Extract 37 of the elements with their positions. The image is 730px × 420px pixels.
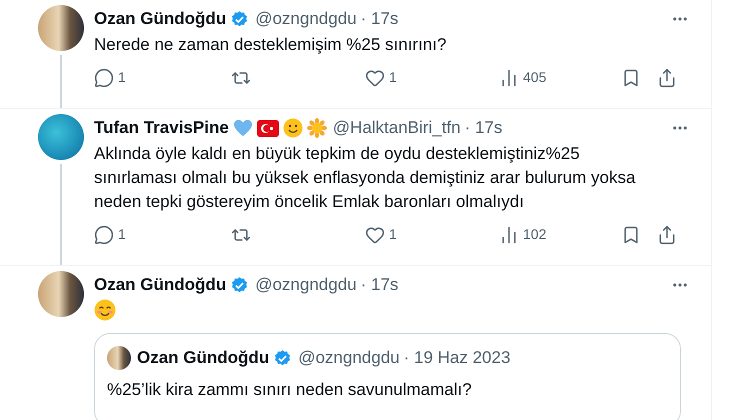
share-icon — [657, 224, 677, 244]
heart-outline-icon — [365, 224, 385, 244]
author-name[interactable]: Ozan Gündoğdu — [94, 275, 226, 295]
heart-icon — [232, 119, 253, 137]
reply-button[interactable]: 1 — [94, 224, 126, 245]
share-button[interactable] — [657, 68, 677, 88]
author-name[interactable]: Tufan TravisPine — [94, 118, 229, 138]
share-icon — [657, 68, 677, 88]
reply-icon — [94, 224, 114, 244]
like-button[interactable]: 1 — [365, 224, 397, 245]
tweet-time[interactable]: · 17s — [360, 275, 398, 295]
avatar-image[interactable] — [38, 5, 84, 51]
user-handle[interactable]: @ozngndgdu — [255, 9, 357, 29]
avatar-image[interactable] — [38, 271, 84, 317]
tweet-text: Aklında öyle kaldı en büyük tepkim de oydu desteklemiştiniz%25 sınırlaması olmalı bu yüksek enflasyonda demiştiniz arar bulurum yoksa neden tepki göstereyim öncelik Emlak baronları olmalıydı — [94, 143, 636, 213]
heart-outline-icon — [365, 68, 385, 88]
avatar-image[interactable] — [107, 346, 131, 370]
flag-icon — [256, 120, 279, 136]
user-handle[interactable]: @ozngndgdu — [298, 348, 400, 368]
user-handle[interactable]: @ozngndgdu — [255, 275, 357, 295]
like-button[interactable]: 1 — [365, 67, 397, 88]
quoted-tweet[interactable]: Ozan Gündoğdu @ozngndgdu · 19 Haz 2023 %25’lik kira zammı sınırı neden savunulmamalı? — [94, 333, 681, 420]
reply-icon — [94, 68, 114, 88]
sun-icon — [306, 118, 327, 138]
quoted-tweet-text: %25’lik kira zammı sınırı neden savunulmamalı? — [107, 379, 473, 401]
views-button[interactable]: 102 — [499, 224, 546, 245]
tweet-text: Nerede ne zaman desteklemişim %25 sınırını? — [94, 34, 448, 56]
share-button[interactable] — [657, 224, 677, 244]
tweet-time[interactable]: · 19 Haz 2023 — [404, 348, 510, 368]
user-handle[interactable]: @HalktanBiri_tfn — [332, 118, 461, 138]
views-button[interactable]: 405 — [499, 67, 546, 88]
smiley-icon — [282, 118, 303, 138]
author-name[interactable]: Ozan Gündoğdu — [137, 348, 270, 368]
tweet-time[interactable]: · 17s — [360, 9, 398, 29]
author-name[interactable]: Ozan Gündoğdu — [94, 9, 226, 29]
tweet-time[interactable]: · 17s — [464, 118, 502, 138]
reply-button[interactable]: 1 — [94, 67, 126, 88]
